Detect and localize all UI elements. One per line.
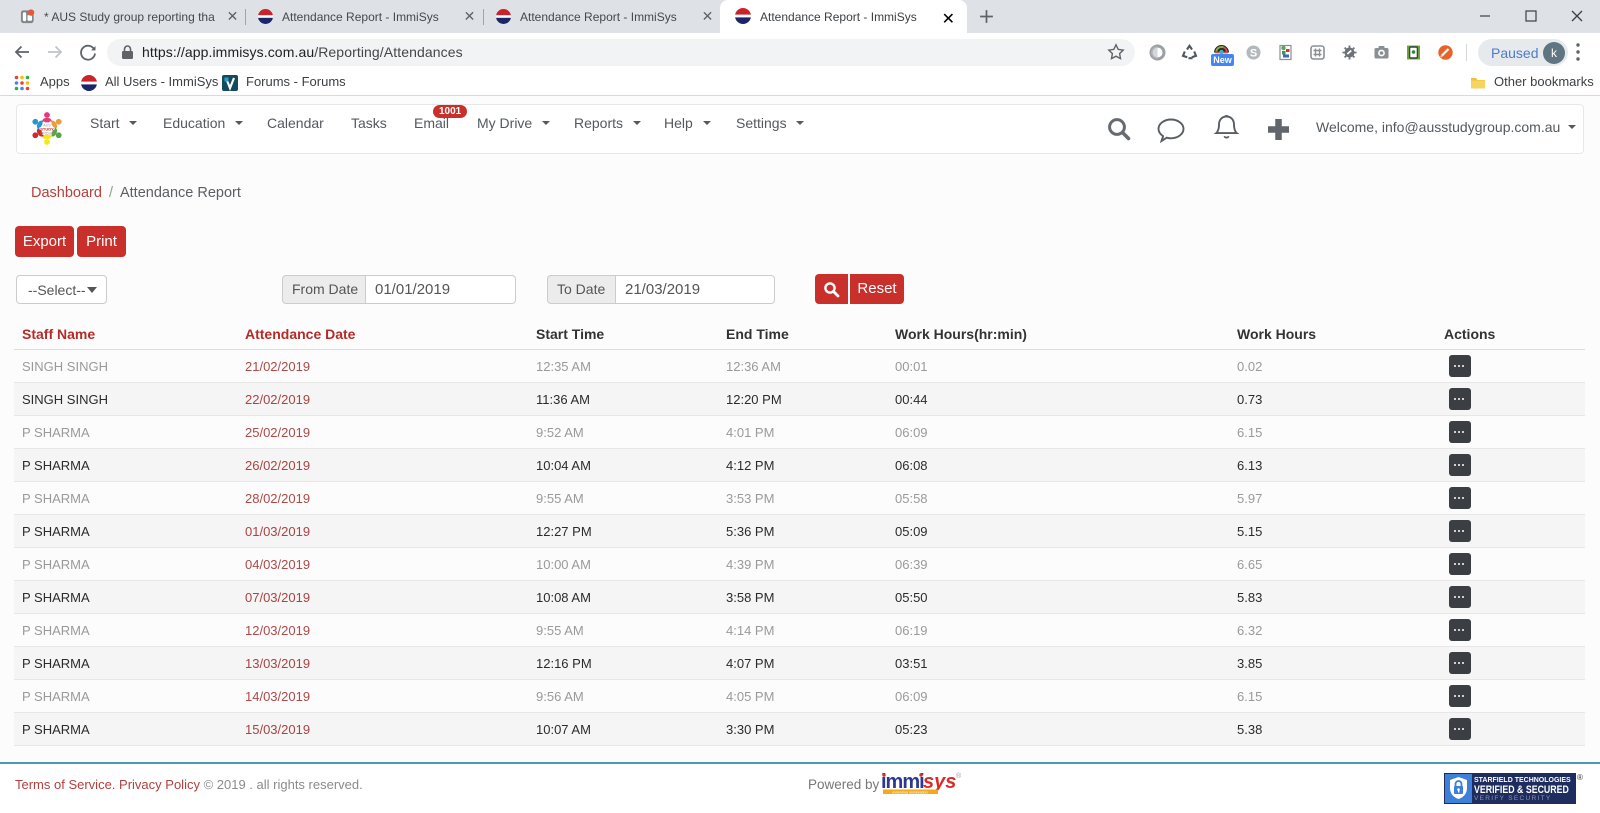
svg-text:extending immigration: extending immigration xyxy=(892,790,927,794)
svg-text:S: S xyxy=(1250,48,1257,60)
svg-text:®: ® xyxy=(956,772,962,780)
svg-text:GROUP: GROUP xyxy=(40,132,54,136)
